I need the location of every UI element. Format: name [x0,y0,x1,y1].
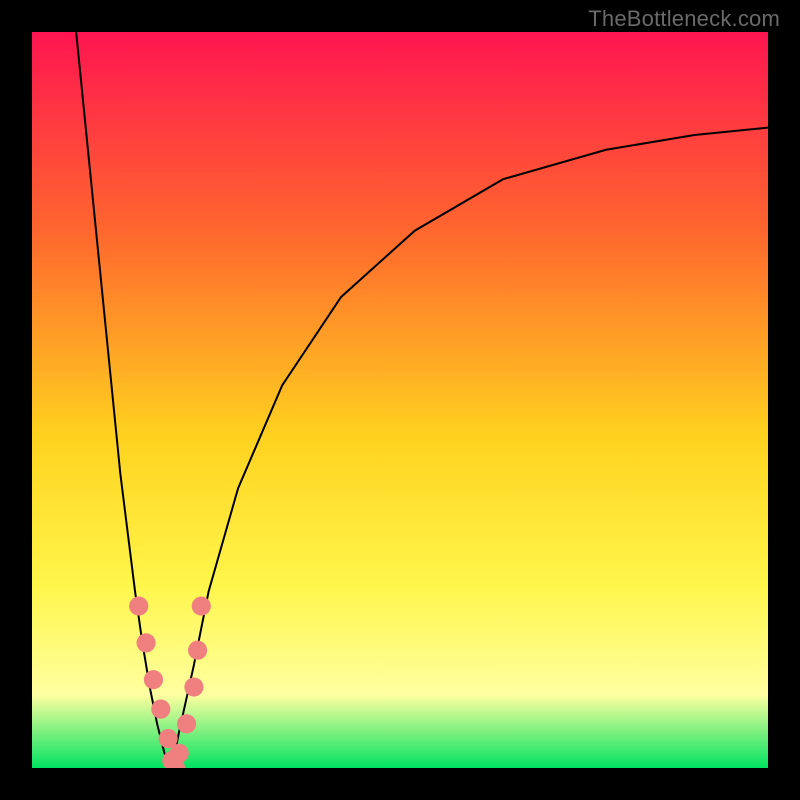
chart-svg [32,32,768,768]
marker-point [129,597,148,616]
marker-point [192,597,211,616]
gradient-bg [32,32,768,768]
marker-point [151,700,170,719]
marker-point [144,670,163,689]
marker-point [170,744,189,763]
marker-point [177,714,196,733]
marker-point [137,633,156,652]
plot-area [32,32,768,768]
marker-point [184,677,203,696]
marker-point [188,641,207,660]
watermark-text: TheBottleneck.com [588,6,780,32]
chart-frame: TheBottleneck.com [0,0,800,800]
